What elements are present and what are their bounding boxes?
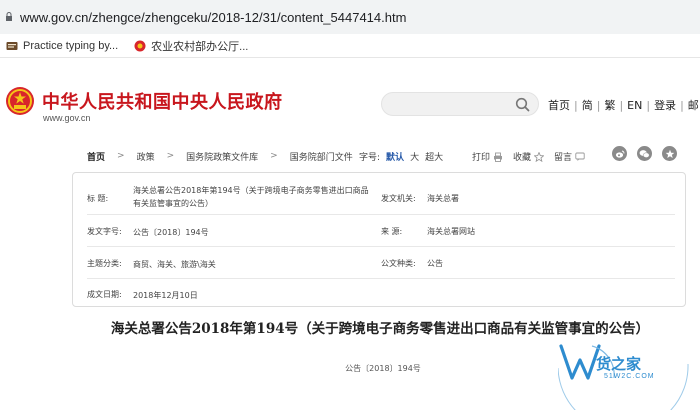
doctype-value: 公告 bbox=[427, 259, 443, 268]
wechat-icon bbox=[639, 149, 650, 158]
nav-separator: | bbox=[574, 98, 578, 112]
weibo-share-button[interactable] bbox=[612, 146, 627, 161]
info-row: 发文字号: 公告〔2018〕194号 来 源: 海关总署网站 bbox=[87, 215, 675, 247]
site-domain: www.gov.cn bbox=[43, 113, 91, 123]
info-row: 成文日期: 2018年12月10日 bbox=[87, 279, 675, 306]
nav-separator: | bbox=[646, 98, 651, 112]
comment-icon bbox=[575, 152, 585, 161]
source-label: 来 源: bbox=[381, 227, 403, 236]
article-title: 海关总署公告2018年第194号（关于跨境电子商务零售进出口商品有关监管事宜的公… bbox=[110, 321, 650, 337]
favorite-button[interactable]: 收藏 bbox=[513, 150, 545, 163]
search-icon[interactable] bbox=[515, 97, 530, 112]
favorite-label: 收藏 bbox=[513, 153, 532, 163]
font-size-default[interactable]: 默认 bbox=[386, 150, 404, 163]
share-buttons bbox=[612, 146, 687, 161]
docno-label: 发文字号: bbox=[87, 227, 122, 236]
nav-english[interactable]: EN bbox=[627, 99, 642, 112]
breadcrumb-home[interactable]: 首页 bbox=[87, 150, 105, 163]
wechat-share-button[interactable] bbox=[637, 146, 652, 161]
comment-button[interactable]: 留言 bbox=[554, 150, 585, 163]
issuer-value: 海关总署 bbox=[427, 194, 459, 203]
font-size-switcher: 字号: 默认 大 超大 bbox=[359, 150, 449, 163]
site-title[interactable]: 中华人民共和国中央人民政府 bbox=[42, 88, 283, 114]
top-nav: 首页 | 简 | 繁 | EN | 登录 | 邮 bbox=[548, 97, 699, 113]
document-info-table: 标 题: 海关总署公告2018年第194号（关于跨境电子商务零售进出口商品有关监… bbox=[72, 172, 686, 307]
printer-icon bbox=[494, 152, 503, 162]
bookmark-practice-typing[interactable]: Practice typing by... bbox=[6, 40, 118, 52]
comment-label: 留言 bbox=[554, 153, 573, 163]
topic-label: 主题分类: bbox=[87, 259, 122, 268]
bookmark-label: 农业农村部办公厅... bbox=[151, 40, 249, 53]
search-box bbox=[381, 92, 539, 116]
date-value: 2018年12月10日 bbox=[133, 291, 198, 300]
date-label: 成文日期: bbox=[87, 290, 122, 299]
issuer-label: 发文机关: bbox=[381, 194, 416, 203]
address-bar[interactable]: www.gov.cn/zhengce/zhengceku/2018-12/31/… bbox=[0, 0, 700, 34]
title-value: 海关总署公告2018年第194号（关于跨境电子商务零售进出口商品有关监管事宜的公… bbox=[133, 186, 369, 208]
nav-traditional[interactable]: 繁 bbox=[604, 97, 615, 113]
topic-value: 商贸、海关、旅游\海关 bbox=[133, 260, 216, 269]
search-input[interactable] bbox=[392, 94, 522, 116]
info-row: 主题分类: 商贸、海关、旅游\海关 公文种类: 公告 bbox=[87, 247, 675, 279]
watermark-text: 货之家 bbox=[596, 355, 642, 373]
breadcrumb: 首页 > 政策 > 国务院政策文件库 > 国务院部门文件 字号: 默认 大 超大… bbox=[72, 146, 686, 166]
ministry-icon bbox=[134, 40, 146, 51]
nav-separator: | bbox=[619, 98, 624, 112]
bookmark-ministry[interactable]: 农业农村部办公厅... bbox=[134, 38, 248, 54]
print-button[interactable]: 打印 bbox=[472, 150, 503, 163]
breadcrumb-policy[interactable]: 政策 bbox=[137, 150, 155, 163]
bookmarks-bar: Practice typing by... 农业农村部办公厅... bbox=[0, 34, 700, 58]
breadcrumb-separator: > bbox=[117, 151, 125, 161]
breadcrumb-policy-library[interactable]: 国务院政策文件库 bbox=[186, 150, 258, 163]
nav-mail[interactable]: 邮 bbox=[688, 97, 699, 113]
watermark-subtext: 51W2C.COM bbox=[604, 373, 655, 380]
nav-separator: | bbox=[680, 98, 684, 112]
docno-value: 公告〔2018〕194号 bbox=[133, 228, 209, 237]
nav-login[interactable]: 登录 bbox=[654, 97, 676, 113]
info-row: 标 题: 海关总署公告2018年第194号（关于跨境电子商务零售进出口商品有关监… bbox=[87, 179, 675, 215]
weibo-icon bbox=[615, 150, 624, 158]
print-label: 打印 bbox=[472, 153, 491, 163]
qzone-star-icon bbox=[665, 149, 674, 158]
breadcrumb-department-docs[interactable]: 国务院部门文件 bbox=[290, 150, 353, 163]
source-value: 海关总署网站 bbox=[427, 227, 475, 236]
font-size-large[interactable]: 大 bbox=[410, 150, 419, 163]
qzone-share-button[interactable] bbox=[662, 146, 677, 161]
nav-separator: | bbox=[596, 98, 601, 112]
star-icon bbox=[534, 151, 545, 162]
national-emblem-icon[interactable] bbox=[5, 86, 35, 116]
font-size-label: 字号: bbox=[359, 153, 381, 163]
nav-simplified[interactable]: 简 bbox=[582, 97, 593, 113]
page-tools: 打印 收藏 留言 bbox=[472, 150, 595, 163]
typing-icon bbox=[6, 41, 18, 50]
title-label: 标 题: bbox=[87, 194, 109, 203]
bookmark-label: Practice typing by... bbox=[23, 39, 119, 52]
site-header: 中华人民共和国中央人民政府 www.gov.cn 首页 | 简 | 繁 | EN… bbox=[0, 58, 700, 138]
site-info-icon[interactable] bbox=[4, 12, 14, 22]
font-size-xlarge[interactable]: 超大 bbox=[425, 150, 443, 163]
url-text[interactable]: www.gov.cn/zhengce/zhengceku/2018-12/31/… bbox=[20, 10, 406, 25]
doctype-label: 公文种类: bbox=[381, 259, 416, 268]
breadcrumb-separator: > bbox=[166, 151, 175, 161]
breadcrumb-separator: > bbox=[270, 151, 278, 161]
nav-home[interactable]: 首页 bbox=[548, 97, 570, 113]
